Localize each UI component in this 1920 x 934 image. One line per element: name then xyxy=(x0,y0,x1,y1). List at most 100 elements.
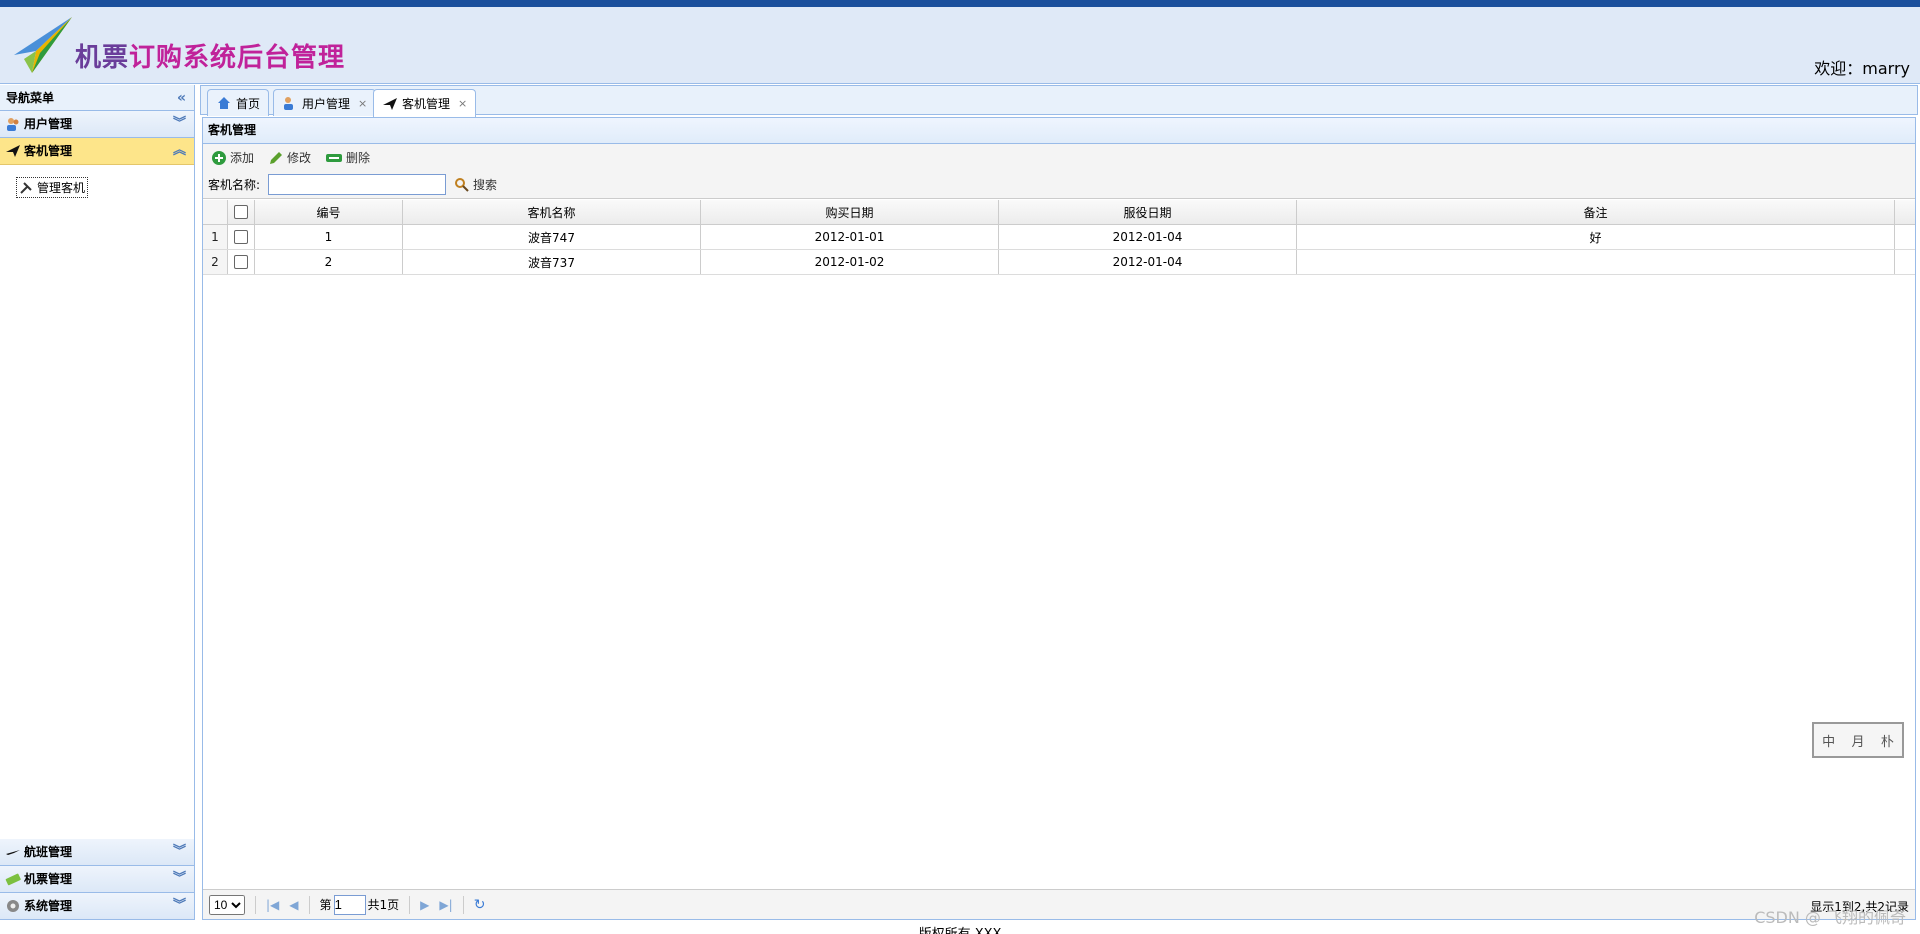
nav-section-planes-body: 管理客机 xyxy=(0,165,194,839)
users-icon xyxy=(7,118,19,131)
tab-label: 用户管理 xyxy=(302,96,351,111)
first-page-icon[interactable]: |◀ xyxy=(266,898,279,912)
plane-icon xyxy=(6,145,20,157)
plane-name-input[interactable] xyxy=(268,174,447,195)
row-number: 1 xyxy=(203,225,228,249)
welcome-text: 欢迎：marry xyxy=(1814,59,1910,78)
divider xyxy=(409,895,411,914)
page-number-input[interactable] xyxy=(333,894,366,915)
tab-close-icon[interactable]: × xyxy=(358,97,367,110)
cell-buy-date: 2012-01-01 xyxy=(701,225,999,249)
left-nav: 导航菜单 « 用户管理 ︾ 客机管理 ︽ 管理客机 航班管理 ︾ 机票管理 ︾ … xyxy=(0,85,195,920)
chevron-up-icon: ︽ xyxy=(172,143,186,158)
app-title-part-a: 机票 xyxy=(75,43,130,73)
column-header-name[interactable]: 客机名称 xyxy=(403,200,701,224)
table-row[interactable]: 2 2 波音737 2012-01-02 2012-01-04 xyxy=(203,250,1915,275)
tab-label: 首页 xyxy=(236,96,261,111)
delete-icon xyxy=(326,153,343,162)
column-header-note[interactable]: 备注 xyxy=(1297,200,1895,224)
nav-section-users[interactable]: 用户管理 ︾ xyxy=(0,111,194,138)
nav-section-label: 机票管理 xyxy=(24,872,73,886)
collapse-left-icon[interactable]: « xyxy=(177,85,186,111)
cell-service-date: 2012-01-04 xyxy=(999,250,1297,274)
nav-section-label: 用户管理 xyxy=(24,117,73,131)
add-icon xyxy=(212,150,226,165)
tab-label: 客机管理 xyxy=(402,97,451,111)
ime-status-box[interactable]: 中 月 朴 xyxy=(1812,722,1904,758)
app-title: 机票订购系统后台管理 xyxy=(75,37,345,74)
logo-paper-plane-icon xyxy=(14,17,72,73)
column-header-id[interactable]: 编号 xyxy=(255,200,403,224)
tab-close-icon[interactable]: × xyxy=(458,97,467,110)
plane-grid: 编号 客机名称 购买日期 服役日期 备注 1 1 波音747 2012-01-0… xyxy=(203,200,1915,275)
gear-icon xyxy=(7,900,19,912)
edit-button-label: 修改 xyxy=(287,151,312,165)
prev-page-icon[interactable]: ◀ xyxy=(289,898,298,912)
tab-home[interactable]: 首页 xyxy=(207,89,270,116)
row-checkbox[interactable] xyxy=(228,250,255,274)
next-page-icon[interactable]: ▶ xyxy=(420,898,429,912)
home-icon xyxy=(218,97,230,109)
nav-section-tickets[interactable]: 机票管理 ︾ xyxy=(0,866,194,893)
ime-char: 中 xyxy=(1822,734,1836,750)
pencil-icon xyxy=(270,151,283,164)
search-button-label: 搜索 xyxy=(473,178,498,192)
main-area: 首页 用户管理 × 客机管理 × 客机管理 添加 修改 删除 客机名称: 搜索 … xyxy=(200,85,1918,920)
app-header: 机票订购系统后台管理 欢迎：marry xyxy=(0,7,1920,84)
delete-button[interactable]: 删除 xyxy=(325,149,370,166)
nav-item-label: 管理客机 xyxy=(37,181,86,195)
add-button[interactable]: 添加 xyxy=(211,149,254,166)
top-strip xyxy=(0,0,1920,7)
plane-panel: 客机管理 添加 修改 删除 客机名称: 搜索 编号 客机名称 购买日期 服役日期… xyxy=(202,117,1916,920)
last-page-icon[interactable]: ▶| xyxy=(439,898,452,912)
plane-icon xyxy=(383,97,397,110)
cell-id: 1 xyxy=(255,225,403,249)
search-bar: 客机名称: 搜索 xyxy=(203,171,1915,199)
row-checkbox[interactable] xyxy=(228,225,255,249)
flight-icon xyxy=(6,850,20,855)
chevron-down-icon: ︾ xyxy=(172,898,186,913)
footer-copyright: 版权所有 XXX xyxy=(0,920,1920,934)
cell-note xyxy=(1297,250,1895,274)
row-number-header xyxy=(203,200,228,224)
nav-section-flights[interactable]: 航班管理 ︾ xyxy=(0,839,194,866)
cell-note: 好 xyxy=(1297,225,1895,249)
search-button[interactable]: 搜索 xyxy=(454,176,497,193)
app-title-part-b: 订购系统后台管理 xyxy=(129,43,346,73)
cell-id: 2 xyxy=(255,250,403,274)
tab-planes[interactable]: 客机管理 × xyxy=(373,89,477,117)
grid-toolbar: 添加 修改 删除 xyxy=(203,144,1915,171)
column-header-service-date[interactable]: 服役日期 xyxy=(999,200,1297,224)
cell-service-date: 2012-01-04 xyxy=(999,225,1297,249)
checkbox-box[interactable] xyxy=(234,205,248,219)
nav-bottom-sections: 航班管理 ︾ 机票管理 ︾ 系统管理 ︾ xyxy=(0,839,194,920)
nav-title-text: 导航菜单 xyxy=(6,91,55,105)
chevron-down-icon: ︾ xyxy=(172,116,186,131)
tools-icon xyxy=(20,181,32,194)
page-size-select[interactable]: 10 xyxy=(209,894,245,915)
edit-button[interactable]: 修改 xyxy=(268,149,311,166)
checkbox-box[interactable] xyxy=(234,230,248,244)
ime-char: 朴 xyxy=(1880,734,1894,750)
watermark: CSDN @ 飞翔的佩奇 xyxy=(1754,908,1906,927)
nav-section-planes[interactable]: 客机管理 ︽ xyxy=(0,138,194,165)
tab-users[interactable]: 用户管理 × xyxy=(273,89,377,116)
refresh-icon[interactable]: ↻ xyxy=(474,897,486,913)
select-all-checkbox[interactable] xyxy=(228,200,255,224)
ticket-icon xyxy=(5,873,21,886)
cell-buy-date: 2012-01-02 xyxy=(701,250,999,274)
nav-item-manage-planes[interactable]: 管理客机 xyxy=(16,177,89,198)
chevron-down-icon: ︾ xyxy=(172,844,186,859)
pagination-bar: 10 |◀ ◀ 第 共1页 ▶ ▶| ↻ 显示1到2,共2记录 xyxy=(203,889,1915,919)
column-header-buy-date[interactable]: 购买日期 xyxy=(701,200,999,224)
cell-name: 波音747 xyxy=(403,225,701,249)
search-label: 客机名称: xyxy=(208,178,261,192)
page-prefix: 第 xyxy=(319,898,332,912)
users-icon xyxy=(284,97,293,110)
nav-section-system[interactable]: 系统管理 ︾ xyxy=(0,893,194,920)
search-icon xyxy=(455,177,469,192)
row-number: 2 xyxy=(203,250,228,274)
page-total: 共1页 xyxy=(367,898,400,912)
checkbox-box[interactable] xyxy=(234,255,248,269)
table-row[interactable]: 1 1 波音747 2012-01-01 2012-01-04 好 xyxy=(203,225,1915,250)
